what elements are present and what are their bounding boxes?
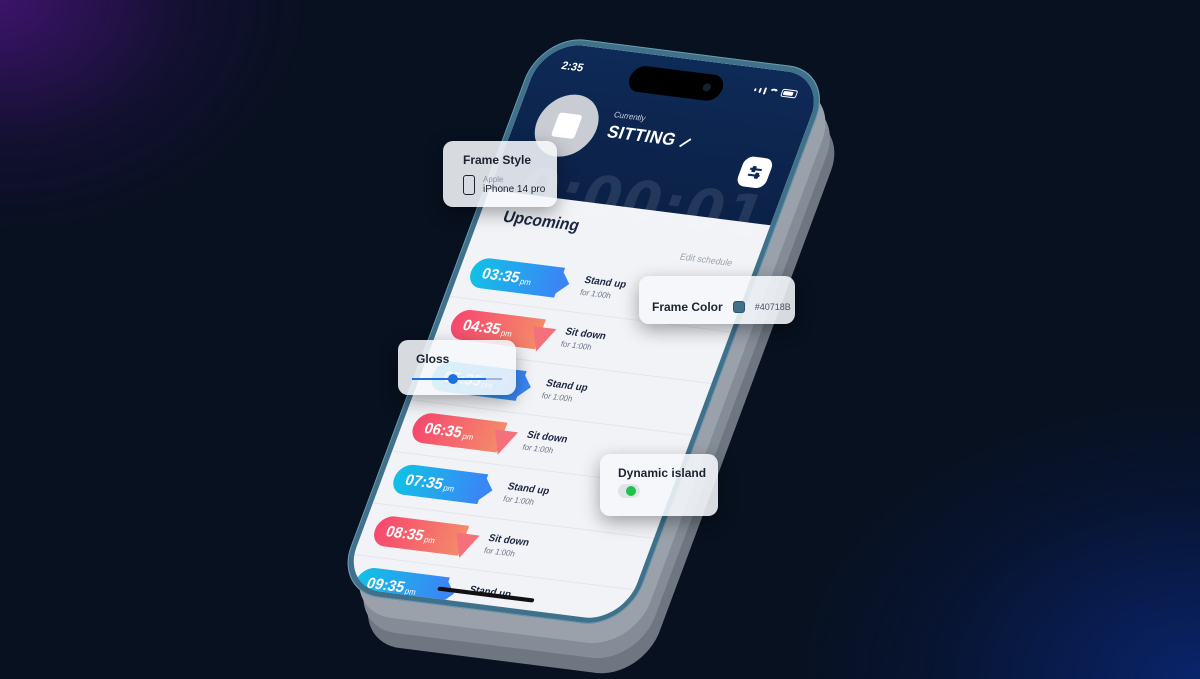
posture-state[interactable]: SITTING xyxy=(604,122,695,152)
camera-icon xyxy=(701,82,713,92)
frame-color-title: Frame Color xyxy=(652,300,723,314)
row-ampm: pm xyxy=(518,276,533,287)
frame-brand: Apple xyxy=(483,175,504,184)
gloss-card: Gloss xyxy=(398,340,516,395)
signal-icon xyxy=(762,86,768,95)
dynamic-island-card: Dynamic island xyxy=(600,454,718,516)
color-swatch[interactable] xyxy=(732,301,745,313)
status-time: 2:35 xyxy=(559,59,586,75)
row-duration: for 1:00h xyxy=(501,494,536,507)
gloss-slider-rest[interactable] xyxy=(486,378,502,380)
pencil-icon xyxy=(678,137,692,147)
dynamic-island-toggle[interactable] xyxy=(618,484,640,498)
frame-style-title: Frame Style xyxy=(463,153,532,167)
edit-schedule-link[interactable]: Edit schedule xyxy=(678,251,734,268)
row-duration: for 1:00h xyxy=(482,545,517,559)
signal-icon xyxy=(758,87,763,93)
status-icons xyxy=(753,85,799,99)
settings-sliders-icon xyxy=(747,173,760,178)
frame-color-hex: #40718B xyxy=(754,302,791,312)
row-time: 08:35 xyxy=(383,522,427,545)
row-ampm: pm xyxy=(403,586,418,597)
time-pill: 03:35 pm xyxy=(465,256,566,298)
settings-sliders-icon xyxy=(749,167,763,172)
signal-icon xyxy=(754,87,758,91)
phone-tilt: 2:35 Currently SITTING 0:00:01 Upcoming … xyxy=(249,14,930,679)
gloss-slider-knob[interactable] xyxy=(447,374,458,384)
dynamic-island xyxy=(625,64,728,103)
battery-icon xyxy=(780,88,799,99)
frame-style-option[interactable]: Apple iPhone 14 pro xyxy=(463,175,557,195)
row-ampm: pm xyxy=(499,328,514,339)
row-time: 04:35 xyxy=(460,316,504,338)
row-duration: for 1:00h xyxy=(540,390,574,404)
frame-model: iPhone 14 pro xyxy=(483,184,546,195)
frame-style-card[interactable]: Frame Style Apple iPhone 14 pro xyxy=(443,141,557,207)
wifi-icon xyxy=(767,87,780,96)
row-time: 09:35 xyxy=(364,574,408,596)
row-duration: for 1:00h xyxy=(578,287,613,301)
scene: 2:35 Currently SITTING 0:00:01 Upcoming … xyxy=(0,0,1200,679)
stop-icon xyxy=(550,112,583,140)
row-ampm: pm xyxy=(461,431,476,442)
gloss-title: Gloss xyxy=(416,352,450,366)
row-time: 03:35 xyxy=(479,264,523,287)
toggle-knob xyxy=(626,486,636,496)
dynamic-island-title: Dynamic island xyxy=(618,466,707,480)
row-ampm: pm xyxy=(422,534,437,545)
row-duration: for 1:00h xyxy=(559,339,594,353)
row-duration: for 1:00h xyxy=(521,442,555,456)
row-ampm: pm xyxy=(441,482,456,494)
row-time: 06:35 xyxy=(421,419,466,441)
phone-outline-icon xyxy=(463,175,475,195)
currently-label: Currently xyxy=(612,110,648,123)
frame-color-card[interactable]: Frame Color #40718B xyxy=(639,276,795,324)
row-time: 07:35 xyxy=(402,471,446,493)
posture-state-text: SITTING xyxy=(604,121,680,150)
time-pill: 07:35 pm xyxy=(388,463,489,505)
